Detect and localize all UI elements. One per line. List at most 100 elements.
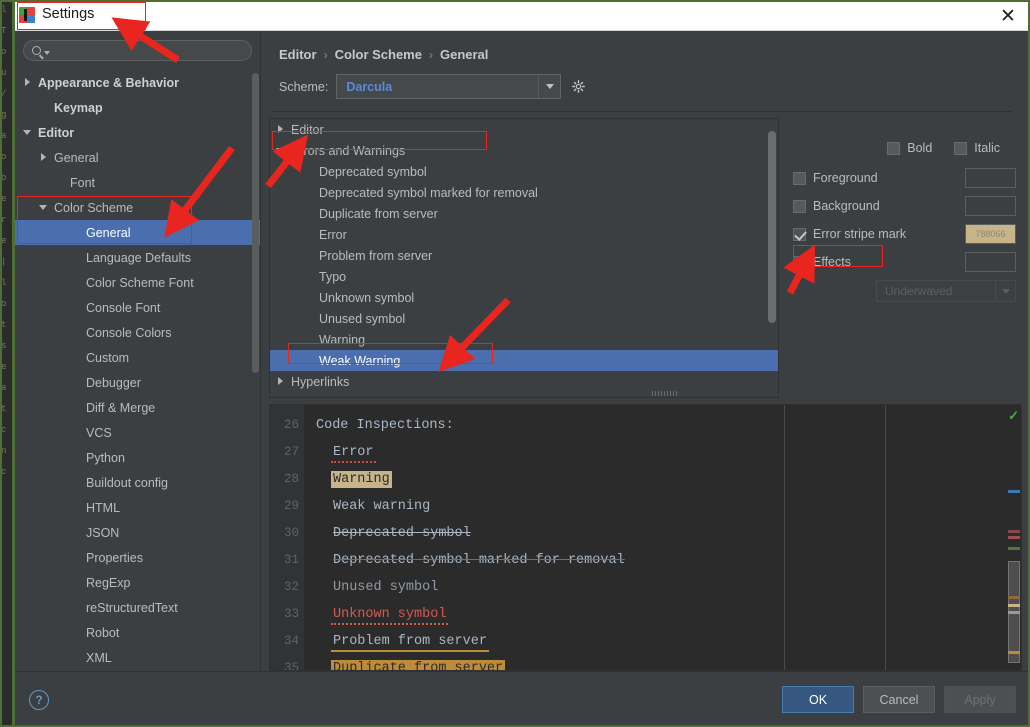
color-tree-item-hyperlinks[interactable]: Hyperlinks bbox=[270, 371, 778, 392]
sidebar-item-json[interactable]: JSON bbox=[15, 520, 260, 545]
stripe-mark[interactable] bbox=[1008, 596, 1020, 599]
chevron-right-icon[interactable] bbox=[23, 77, 34, 88]
sidebar-item-vcs[interactable]: VCS bbox=[15, 420, 260, 445]
preview-code[interactable]: Code Inspections: Error Warning Weak warnin… bbox=[304, 405, 885, 670]
sidebar-item-editor[interactable]: Editor bbox=[15, 120, 260, 145]
color-tree-item-label: Editor bbox=[291, 122, 324, 137]
line-number: 30 bbox=[283, 526, 299, 540]
sidebar-item-label: Console Font bbox=[86, 300, 161, 315]
color-tree-item-deprecated-symbol[interactable]: Deprecated symbol bbox=[270, 161, 778, 182]
sidebar-item-properties[interactable]: Properties bbox=[15, 545, 260, 570]
stripe-mark[interactable] bbox=[1008, 547, 1020, 550]
cancel-button[interactable]: Cancel bbox=[863, 686, 935, 713]
sidebar-item-label: VCS bbox=[86, 425, 112, 440]
sidebar-item-general[interactable]: General bbox=[15, 145, 260, 170]
color-tree-item-editor[interactable]: Editor bbox=[270, 119, 778, 140]
effects-checkbox[interactable] bbox=[793, 255, 806, 269]
preview-line: Deprecated symbol marked for removal bbox=[314, 547, 885, 574]
ok-button[interactable]: OK bbox=[782, 686, 854, 713]
color-tree-panel[interactable]: Editor Errors and Warnings Deprecated symb… bbox=[269, 118, 779, 398]
search-box[interactable] bbox=[23, 40, 252, 61]
sidebar-item-general[interactable]: General bbox=[15, 220, 260, 245]
sidebar-item-language-defaults[interactable]: Language Defaults bbox=[15, 245, 260, 270]
color-tree-item-weak-warning[interactable]: Weak Warning bbox=[270, 350, 778, 371]
chevron-down-icon[interactable] bbox=[995, 281, 1015, 301]
error-stripe-mark-checkbox[interactable] bbox=[793, 227, 806, 241]
italic-checkbox[interactable]: Italic bbox=[954, 141, 1000, 155]
sidebar-item-appearance-behavior[interactable]: Appearance & Behavior bbox=[15, 70, 260, 95]
breadcrumb-item[interactable]: Editor bbox=[279, 47, 317, 62]
search-input[interactable] bbox=[55, 43, 243, 58]
dialog-footer: ? OK Cancel Apply bbox=[15, 671, 1030, 727]
sidebar-item-regexp[interactable]: RegExp bbox=[15, 570, 260, 595]
error-stripe-mark-color-swatch[interactable]: 788066 bbox=[965, 224, 1016, 244]
sidebar-item-font[interactable]: Font bbox=[15, 170, 260, 195]
breadcrumb-item[interactable]: General bbox=[440, 47, 488, 62]
color-tree-item-deprecated-symbol-marked-for-removal[interactable]: Deprecated symbol marked for removal bbox=[270, 182, 778, 203]
stripe-mark[interactable] bbox=[1008, 536, 1020, 539]
sidebar-tree[interactable]: Appearance & Behavior Keymap Editor General… bbox=[15, 67, 260, 671]
color-tree-scrollbar[interactable] bbox=[768, 131, 776, 323]
sidebar-item-python[interactable]: Python bbox=[15, 445, 260, 470]
help-button[interactable]: ? bbox=[29, 689, 49, 710]
sidebar-item-custom[interactable]: Custom bbox=[15, 345, 260, 370]
sidebar-item-buildout-config[interactable]: Buildout config bbox=[15, 470, 260, 495]
sidebar-item-robot[interactable]: Robot bbox=[15, 620, 260, 645]
chevron-right-icon[interactable] bbox=[39, 152, 50, 163]
color-tree-item-typo[interactable]: Typo bbox=[270, 266, 778, 287]
background-checkbox[interactable] bbox=[793, 199, 806, 213]
stripe-mark[interactable] bbox=[1008, 530, 1020, 533]
effect-type-combobox[interactable]: Underwaved bbox=[876, 280, 1016, 302]
sidebar-item-html[interactable]: HTML bbox=[15, 495, 260, 520]
foreground-color-swatch[interactable] bbox=[965, 168, 1016, 188]
breadcrumb-item[interactable]: Color Scheme bbox=[335, 47, 422, 62]
sidebar-item-restructuredtext[interactable]: reStructuredText bbox=[15, 595, 260, 620]
preview-token-weak: Weak warning bbox=[333, 499, 431, 514]
preview-editor[interactable]: 26 27 28 29 30 31 32 33 34 35 Code Inspections: Er… bbox=[269, 404, 1022, 671]
background-color-swatch[interactable] bbox=[965, 196, 1016, 216]
chevron-down-icon[interactable] bbox=[276, 145, 287, 156]
color-tree-item-error[interactable]: Error bbox=[270, 224, 778, 245]
effects-color-swatch[interactable] bbox=[965, 252, 1016, 272]
color-tree-item-unknown-symbol[interactable]: Unknown symbol bbox=[270, 287, 778, 308]
sidebar-scrollbar[interactable] bbox=[252, 73, 259, 373]
color-tree-item-unused-symbol[interactable]: Unused symbol bbox=[270, 308, 778, 329]
sidebar-item-diff-merge[interactable]: Diff & Merge bbox=[15, 395, 260, 420]
sidebar-item-console-font[interactable]: Console Font bbox=[15, 295, 260, 320]
sidebar-item-color-scheme-font[interactable]: Color Scheme Font bbox=[15, 270, 260, 295]
chevron-down-icon[interactable] bbox=[23, 127, 34, 138]
color-tree-item-duplicate-from-server[interactable]: Duplicate from server bbox=[270, 203, 778, 224]
scheme-combobox[interactable]: Darcula bbox=[336, 74, 562, 99]
chevron-down-icon[interactable] bbox=[39, 202, 50, 213]
stripe-mark[interactable] bbox=[1008, 604, 1020, 607]
foreground-checkbox[interactable] bbox=[793, 171, 806, 185]
search-options-caret-icon[interactable] bbox=[44, 50, 50, 55]
chevron-right-icon[interactable] bbox=[276, 124, 287, 135]
gear-icon[interactable] bbox=[569, 78, 587, 96]
preview-token-error: Error bbox=[331, 444, 376, 463]
color-tree-item-problem-from-server[interactable]: Problem from server bbox=[270, 245, 778, 266]
sidebar-item-color-scheme[interactable]: Color Scheme bbox=[15, 195, 260, 220]
bold-checkbox[interactable]: Bold bbox=[887, 141, 932, 155]
preview-line: Deprecated symbol bbox=[314, 520, 885, 547]
italic-checkbox-box[interactable] bbox=[954, 141, 968, 155]
stripe-mark[interactable] bbox=[1008, 651, 1020, 654]
sidebar-item-xml[interactable]: XML bbox=[15, 645, 260, 670]
color-tree-item-label: Problem from server bbox=[319, 248, 433, 263]
sidebar-item-keymap[interactable]: Keymap bbox=[15, 95, 260, 120]
color-tree-item-warning[interactable]: Warning bbox=[270, 329, 778, 350]
error-stripe-panel[interactable]: ✓ bbox=[885, 405, 1021, 670]
stripe-mark[interactable] bbox=[1008, 490, 1020, 493]
bold-checkbox-box[interactable] bbox=[887, 141, 901, 155]
resize-handle[interactable] bbox=[652, 391, 678, 396]
sidebar-item-debugger[interactable]: Debugger bbox=[15, 370, 260, 395]
sidebar-item-console-colors[interactable]: Console Colors bbox=[15, 320, 260, 345]
color-tree-item-errors-and-warnings[interactable]: Errors and Warnings bbox=[270, 140, 778, 161]
stripe-mark[interactable] bbox=[1008, 611, 1020, 614]
apply-button[interactable]: Apply bbox=[944, 686, 1016, 713]
chevron-right-icon[interactable] bbox=[276, 376, 287, 387]
chevron-down-icon[interactable] bbox=[538, 75, 560, 98]
close-icon[interactable]: ✕ bbox=[996, 4, 1020, 28]
